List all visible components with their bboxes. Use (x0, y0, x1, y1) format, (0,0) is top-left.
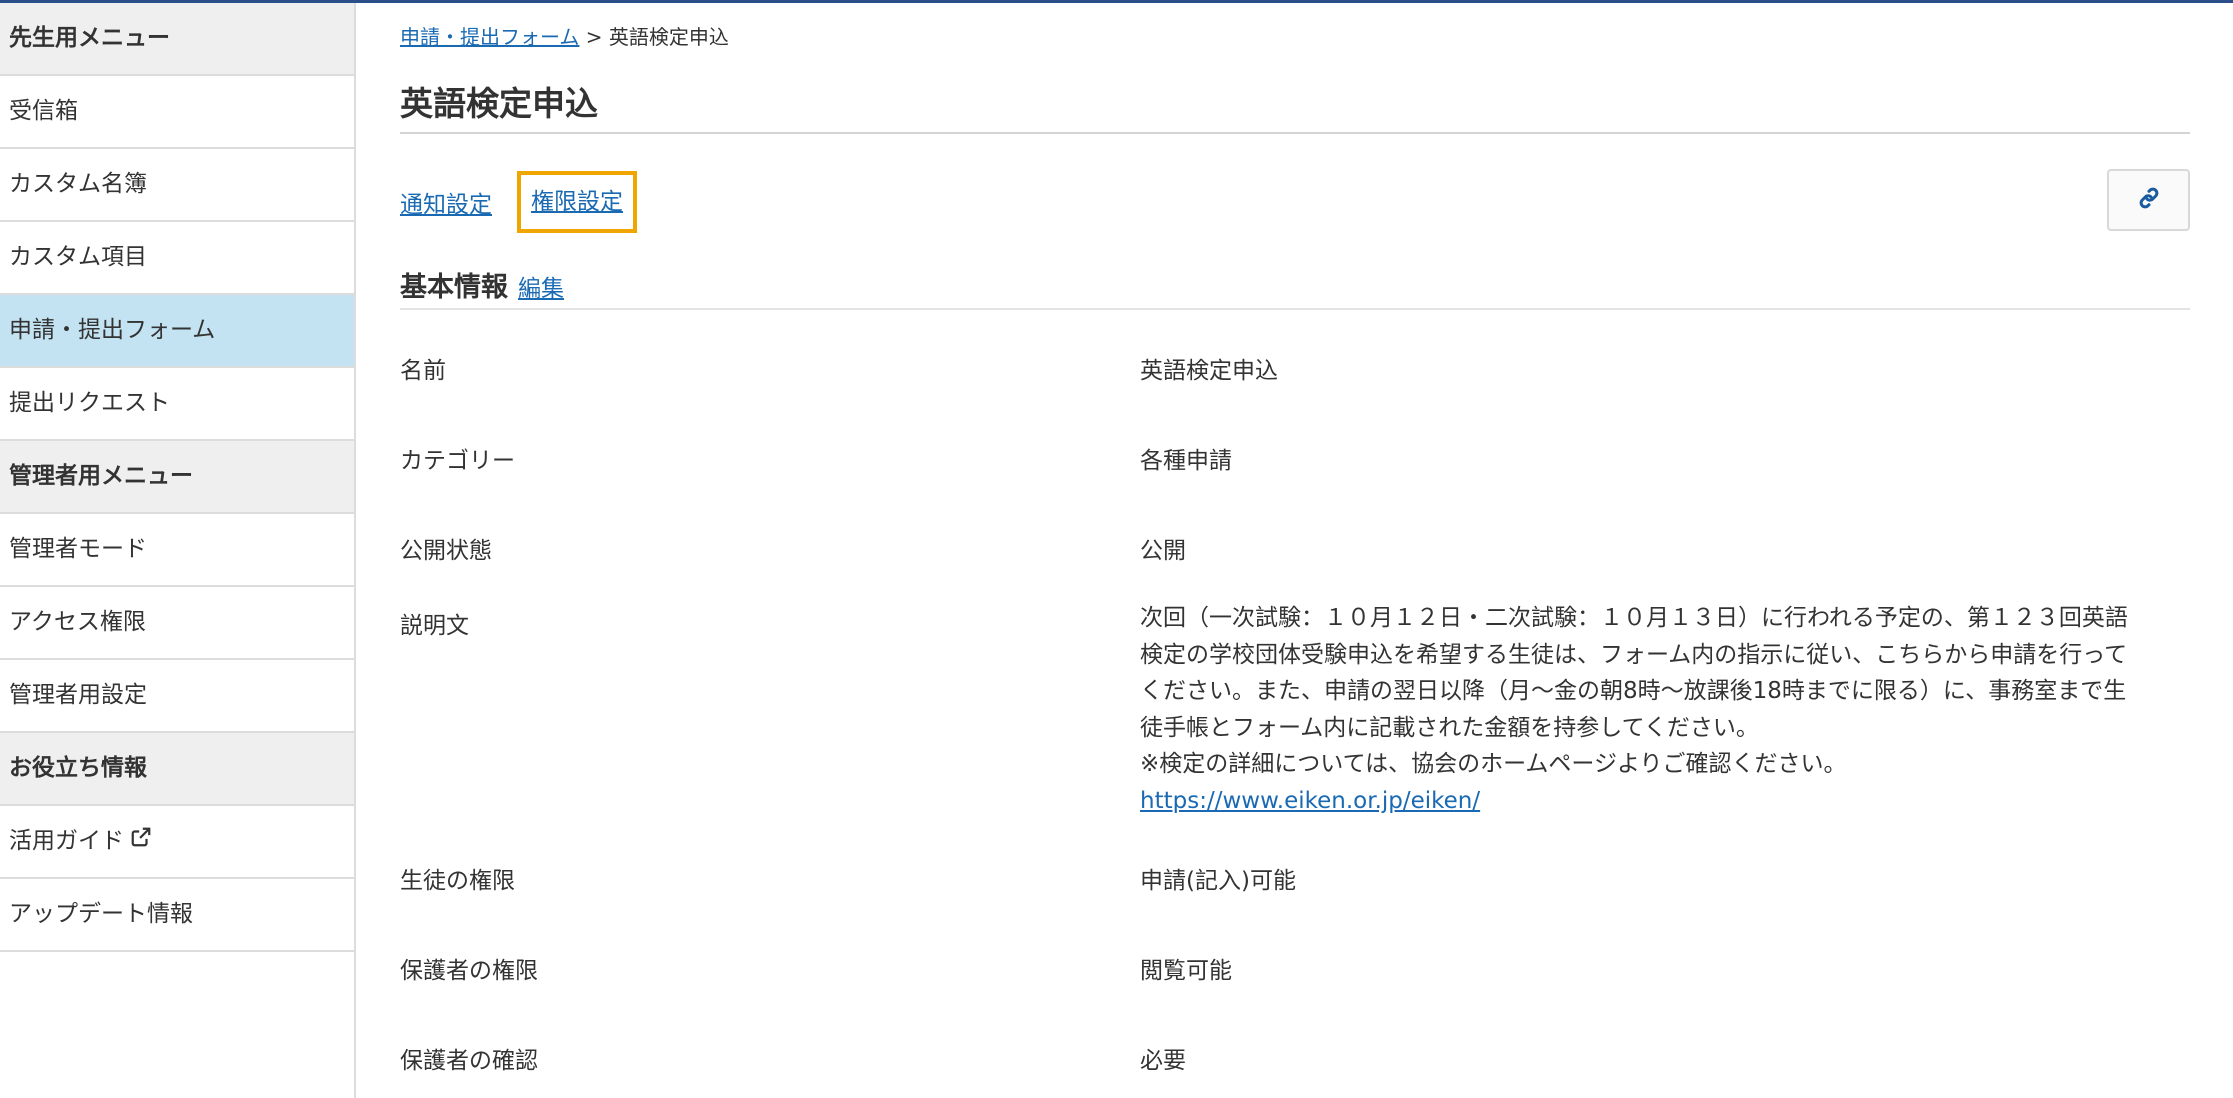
sidebar: 先生用メニュー 受信箱 カスタム名簿 カスタム項目 申請・提出フォーム 提出リク… (0, 3, 356, 1098)
sidebar-item-forms[interactable]: 申請・提出フォーム (0, 295, 354, 368)
row-value-visibility: 公開 (1140, 538, 1186, 564)
breadcrumb: 申請・提出フォーム > 英語検定申込 (400, 21, 729, 50)
sidebar-item-admin-settings[interactable]: 管理者用設定 (0, 660, 354, 733)
section-divider (400, 308, 2190, 310)
row-value-description: 次回（一次試験：１０月１２日・二次試験：１０月１３日）に行われる予定の、第１２３… (1140, 600, 2180, 819)
description-line: ※検定の詳細については、協会のホームページよりご確認ください。 (1140, 751, 1847, 777)
row-label-guardian-confirm: 保護者の確認 (400, 1048, 538, 1074)
row-label-name: 名前 (400, 358, 446, 384)
settings-links: 通知設定 権限設定 (400, 171, 2190, 233)
sidebar-header-info: お役立ち情報 (0, 733, 354, 806)
breadcrumb-separator: > (585, 25, 603, 49)
permission-settings-link[interactable]: 権限設定 (517, 171, 637, 233)
title-divider (400, 132, 2190, 134)
sidebar-item-custom-fields[interactable]: カスタム項目 (0, 222, 354, 295)
row-label-category: カテゴリー (400, 448, 515, 474)
row-label-description: 説明文 (400, 613, 469, 639)
sidebar-item-access-permissions[interactable]: アクセス権限 (0, 587, 354, 660)
edit-link[interactable]: 編集 (518, 276, 564, 302)
link-icon (2137, 186, 2161, 214)
sidebar-header-admin: 管理者用メニュー (0, 441, 354, 514)
description-line: ください。また、申請の翌日以降（月〜金の朝8時〜放課後18時までに限る）に、事務… (1140, 678, 2127, 704)
basic-info-title: 基本情報 (400, 272, 508, 303)
row-value-name: 英語検定申込 (1140, 358, 1278, 384)
sidebar-item-guide[interactable]: 活用ガイド (0, 806, 354, 879)
description-line: 次回（一次試験：１０月１２日・二次試験：１０月１３日）に行われる予定の、第１２３… (1140, 605, 2128, 631)
sidebar-item-submit-requests[interactable]: 提出リクエスト (0, 368, 354, 441)
breadcrumb-current: 英語検定申込 (608, 25, 729, 49)
description-line: 徒手帳とフォーム内に記載された金額を持参してください。 (1140, 714, 1759, 741)
copy-link-button[interactable] (2107, 169, 2190, 231)
sidebar-item-admin-mode[interactable]: 管理者モード (0, 514, 354, 587)
sidebar-item-inbox[interactable]: 受信箱 (0, 76, 354, 149)
description-line: 検定の学校団体受験申込を希望する生徒は、フォーム内の指示に従い、こちらから申請を… (1140, 641, 2128, 668)
row-label-student-permission: 生徒の権限 (400, 868, 515, 894)
basic-info-header: 基本情報 編集 (400, 265, 564, 304)
page-title: 英語検定申込 (400, 84, 598, 123)
sidebar-item-updates[interactable]: アップデート情報 (0, 879, 354, 952)
sidebar-item-custom-roster[interactable]: カスタム名簿 (0, 149, 354, 222)
row-value-student-permission: 申請(記入)可能 (1140, 868, 1296, 894)
sidebar-item-guide-label: 活用ガイド (9, 828, 124, 854)
row-value-guardian-confirm: 必要 (1140, 1048, 1186, 1074)
external-link-icon (130, 806, 152, 877)
notification-settings-link[interactable]: 通知設定 (400, 185, 492, 219)
eiken-url-link[interactable]: https://www.eiken.or.jp/eiken/ (1140, 788, 1480, 814)
breadcrumb-parent-link[interactable]: 申請・提出フォーム (400, 25, 579, 49)
row-label-visibility: 公開状態 (400, 538, 492, 564)
row-value-guardian-permission: 閲覧可能 (1140, 958, 1232, 984)
row-label-guardian-permission: 保護者の権限 (400, 958, 538, 984)
row-value-category: 各種申請 (1140, 448, 1232, 474)
sidebar-header-teacher: 先生用メニュー (0, 3, 354, 76)
